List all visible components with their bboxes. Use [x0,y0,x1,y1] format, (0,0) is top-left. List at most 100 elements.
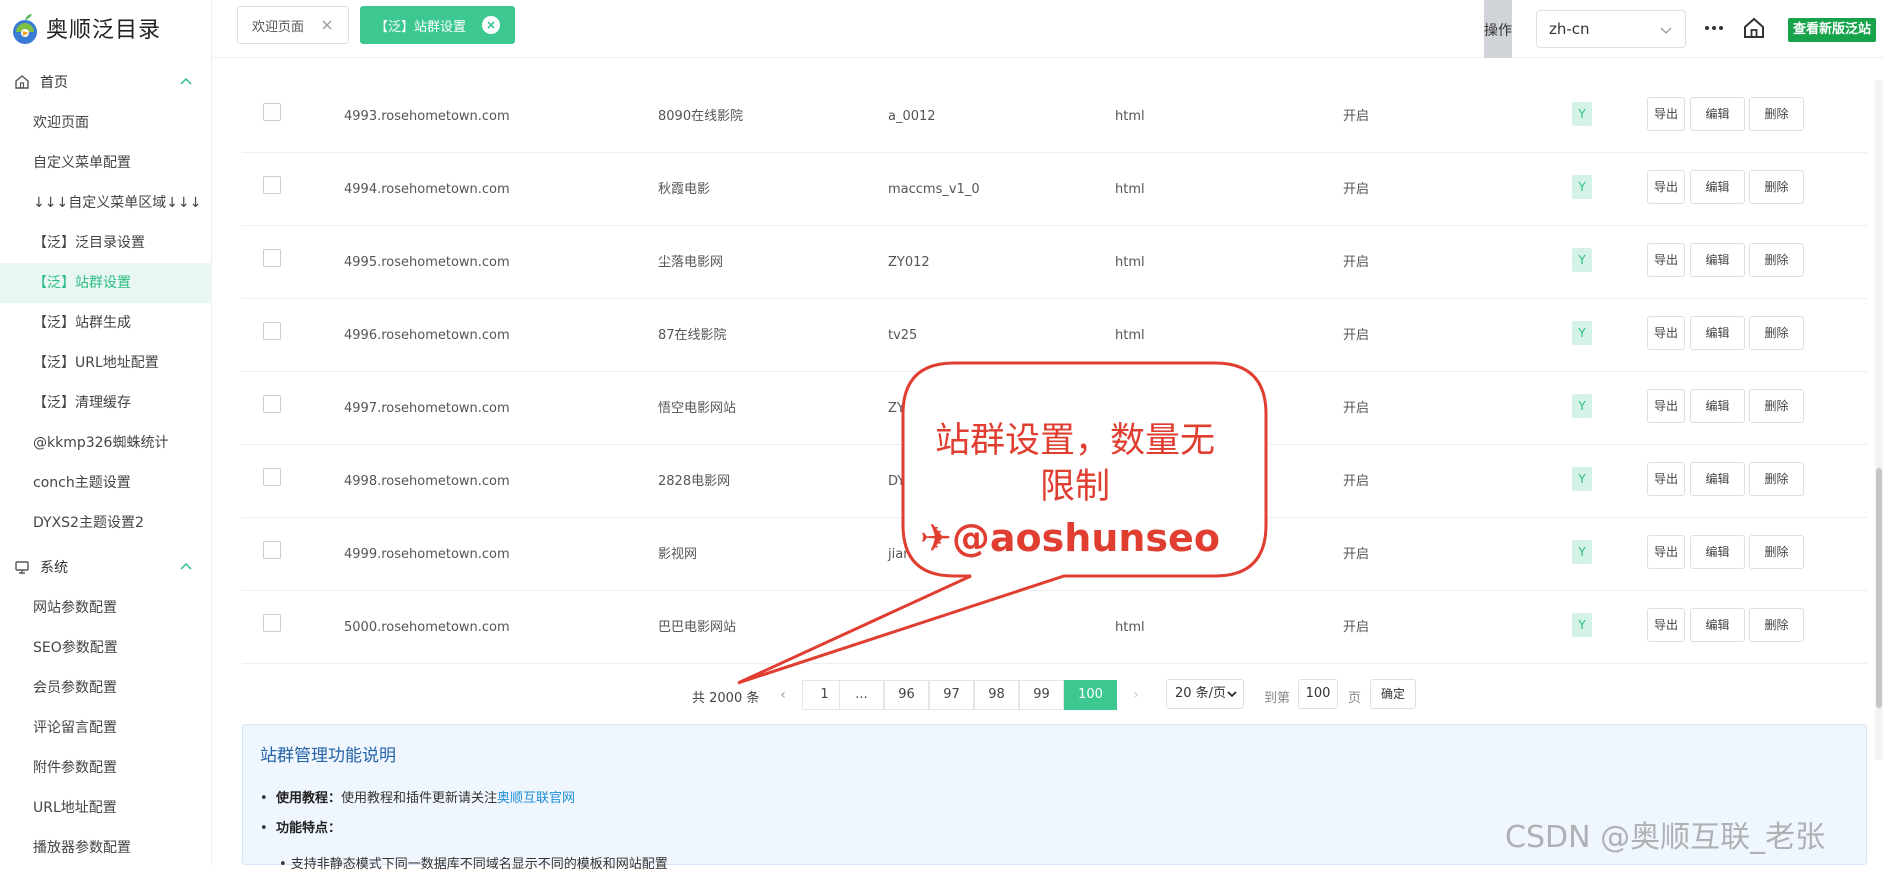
cell-domain: 4998.rosehometown.com [344,474,510,489]
sidebar-item-spider-stats[interactable]: @kkmp326蜘蛛统计 [0,423,212,463]
tab-label: 欢迎页面 [252,19,305,35]
page-size-select[interactable]: 20 条/页 [1166,679,1244,709]
chevron-up-icon[interactable] [178,559,194,575]
official-site-link[interactable]: 奥顺互联官网 [497,791,575,806]
page-ellipsis[interactable]: ... [839,680,884,710]
sidebar-item-site-group[interactable]: 【泛】站群设置 [0,263,212,303]
tab-welcome[interactable]: 欢迎页面 [237,6,350,44]
sidebar-item-clear-cache[interactable]: 【泛】清理缓存 [0,383,212,423]
sidebar-item-player-params[interactable]: 播放器参数配置 [0,828,212,868]
export-button[interactable]: 导出 [1647,608,1685,642]
edit-button[interactable]: 编辑 [1690,608,1745,642]
nav-group-system[interactable]: 系统 [0,547,212,587]
row-checkbox[interactable] [263,614,281,632]
language-select[interactable]: zh-cn [1536,10,1686,48]
edit-button[interactable]: 编辑 [1690,97,1745,131]
cell-type: html [1115,109,1145,124]
goto-confirm-button[interactable]: 确定 [1370,679,1416,709]
cell-domain: 4994.rosehometown.com [344,182,510,197]
export-button[interactable]: 导出 [1647,170,1685,204]
delete-button[interactable]: 删除 [1749,97,1804,131]
page-button-98[interactable]: 98 [974,680,1019,710]
scrollbar-thumb[interactable] [1876,468,1882,708]
row-checkbox[interactable] [263,322,281,340]
features-label: 功能特点： [275,821,341,836]
home-icon [15,75,29,89]
close-icon[interactable] [320,18,334,32]
callout-line-1: 站群设置，数量无 [934,421,1215,461]
delete-button[interactable]: 删除 [1749,316,1804,350]
chevron-up-icon[interactable] [178,74,194,90]
cell-site-name: 2828电影网 [658,474,731,489]
cell-domain: 4995.rosehometown.com [344,255,510,270]
goto-page-input[interactable]: 100 [1298,679,1338,709]
cell-site-name: 巴巴电影网站 [658,620,737,635]
info-feature-1: • 支持非静态模式下同一数据库不同域名显示不同的模板和网站配置 [279,857,668,872]
delete-button[interactable]: 删除 [1749,608,1804,642]
page-button-96[interactable]: 96 [884,680,929,710]
sidebar-item-custom-menu-area[interactable]: ↓↓↓自定义菜单区域↓↓↓ [0,183,212,223]
export-button[interactable]: 导出 [1647,97,1685,131]
sidebar-item-custom-menu[interactable]: 自定义菜单配置 [0,143,212,183]
home-icon[interactable] [1742,16,1766,40]
export-button[interactable]: 导出 [1647,389,1685,423]
tab-site-group[interactable]: 【泛】站群设置 [360,6,516,44]
page-button-100[interactable]: 100 [1064,680,1117,710]
operation-label: 操作 [1484,23,1512,39]
export-button[interactable]: 导出 [1647,243,1685,277]
cell-site-name: 秋霞电影 [658,182,711,197]
sidebar-item-member-params[interactable]: 会员参数配置 [0,668,212,708]
sidebar-item-dyxs2-theme[interactable]: DYXS2主题设置2 [0,503,212,543]
logo-text: 奥顺泛目录 [46,18,162,43]
next-page-button[interactable]: › [1126,680,1146,710]
sidebar-item-conch-theme[interactable]: conch主题设置 [0,463,212,503]
nav-group-home[interactable]: 首页 [0,62,212,102]
info-tutorial: • 使用教程：使用教程和插件更新请关注奥顺互联官网 [260,791,575,806]
sidebar: 奥顺泛目录 首页 欢迎页面 自定义菜单配置 ↓↓↓自定义菜单区域↓↓↓ 【泛】泛… [0,0,212,865]
close-icon[interactable] [482,16,501,34]
sidebar-item-attachment-params[interactable]: 附件参数配置 [0,748,212,788]
logo[interactable]: 奥顺泛目录 [8,10,161,46]
row-checkbox[interactable] [263,176,281,194]
sidebar-item-comment-config[interactable]: 评论留言配置 [0,708,212,748]
sidebar-item-welcome[interactable]: 欢迎页面 [0,103,212,143]
sidebar-item-pan-directory[interactable]: 【泛】泛目录设置 [0,223,212,263]
more-icon[interactable] [1702,18,1726,38]
delete-button[interactable]: 删除 [1749,170,1804,204]
delete-button[interactable]: 删除 [1749,389,1804,423]
scrollbar[interactable] [1875,80,1883,760]
edit-button[interactable]: 编辑 [1690,316,1745,350]
edit-button[interactable]: 编辑 [1690,170,1745,204]
edit-button[interactable]: 编辑 [1690,243,1745,277]
page-button-97[interactable]: 97 [929,680,974,710]
export-button[interactable]: 导出 [1647,535,1685,569]
delete-button[interactable]: 删除 [1749,243,1804,277]
export-button[interactable]: 导出 [1647,316,1685,350]
cell-site-name: 87在线影院 [658,328,727,343]
row-checkbox[interactable] [263,103,281,121]
sidebar-item-url-config[interactable]: 【泛】URL地址配置 [0,343,212,383]
row-checkbox[interactable] [263,541,281,559]
status-badge: Y [1572,321,1592,345]
delete-button[interactable]: 删除 [1749,535,1804,569]
status-badge: Y [1572,175,1592,199]
cell-domain: 4993.rosehometown.com [344,109,510,124]
sidebar-item-seo-params[interactable]: SEO参数配置 [0,628,212,668]
status-badge: Y [1572,467,1592,491]
sidebar-item-url-address[interactable]: URL地址配置 [0,788,212,828]
row-checkbox[interactable] [263,249,281,267]
delete-button[interactable]: 删除 [1749,462,1804,496]
sidebar-item-site-params[interactable]: 网站参数配置 [0,588,212,628]
page-button-99[interactable]: 99 [1019,680,1064,710]
view-new-version-button[interactable]: 查看新版泛站 [1788,18,1877,42]
row-checkbox[interactable] [263,395,281,413]
table-row: 4996.rosehometown.com 87在线影院 tv25 html 开启 Y 导出… [242,299,1867,372]
prev-page-button[interactable]: ‹ [773,680,793,710]
row-checkbox[interactable] [263,468,281,486]
sidebar-item-site-generate[interactable]: 【泛】站群生成 [0,303,212,343]
page-size-value: 20 条/页 [1175,686,1227,701]
edit-button[interactable]: 编辑 [1690,462,1745,496]
edit-button[interactable]: 编辑 [1690,389,1745,423]
export-button[interactable]: 导出 [1647,462,1685,496]
edit-button[interactable]: 编辑 [1690,535,1745,569]
